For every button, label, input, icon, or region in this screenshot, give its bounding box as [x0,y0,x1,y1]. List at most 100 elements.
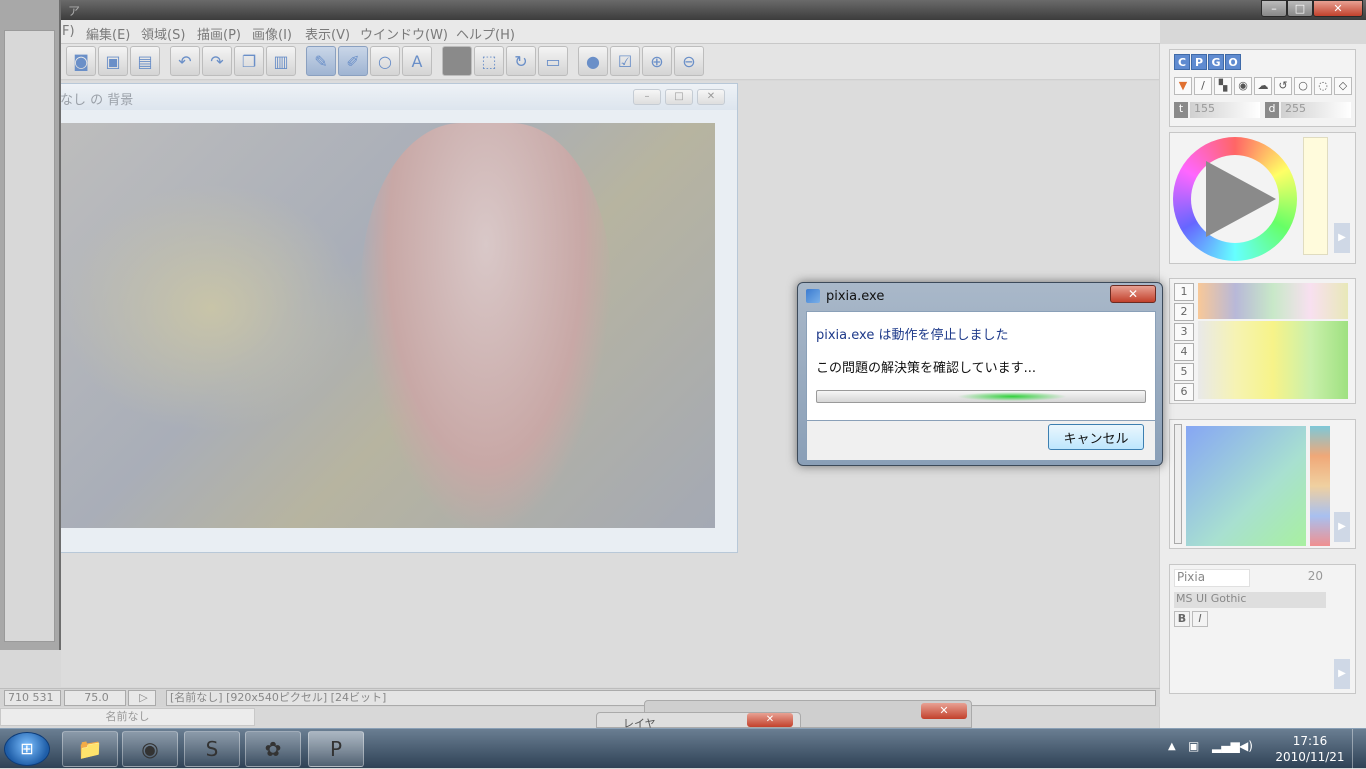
menu-edit[interactable]: 編集(E) [86,24,130,43]
menu-help[interactable]: ヘルプ(H) [456,24,515,43]
eraser-tool-icon[interactable]: ✐ [338,46,368,76]
italic-button[interactable]: I [1192,611,1208,627]
clock[interactable]: 17:16 2010/11/21 [1270,733,1350,765]
color-wheel-panel: ▶ [1169,132,1356,264]
clock-date: 2010/11/21 [1275,750,1345,764]
taskbar: ⊞ 📁 ◉ S ✿ P ▲ ▣ ▂▄▆ ◀) 17:16 2010/11/21 [0,728,1366,769]
color-picker-icon[interactable]: ● [578,46,608,76]
redo-icon[interactable]: ↷ [202,46,232,76]
palette-row-4[interactable]: 4 [1174,343,1194,361]
d-label: d [1265,102,1279,118]
tab-c[interactable]: C [1174,54,1190,70]
save-icon[interactable]: ▣ [98,46,128,76]
explorer-icon[interactable]: 📁 [62,731,118,767]
palette-row-1[interactable]: 1 [1174,283,1194,301]
text-tool-icon[interactable]: A [402,46,432,76]
doc-minimize-button[interactable]: – [633,89,661,105]
paste-icon[interactable]: ▥ [266,46,296,76]
dialog-close-button[interactable]: ✕ [1110,285,1156,303]
undo-icon[interactable]: ↶ [170,46,200,76]
layer-close-button[interactable]: ✕ [747,713,793,727]
minimize-button[interactable]: – [1261,0,1287,17]
expand-arrow-icon[interactable]: ▶ [1334,659,1350,689]
brush-tool-icon[interactable]: ✎ [306,46,336,76]
pencil-icon[interactable]: / [1194,77,1212,95]
skype-icon[interactable]: S [184,731,240,767]
tab-p[interactable]: P [1191,54,1207,70]
dialog-title: pixia.exe [826,289,885,304]
menu-image[interactable]: 画像(I) [252,24,292,43]
check-icon[interactable]: ☑ [610,46,640,76]
d-value[interactable]: 255 [1281,102,1351,118]
menu-file[interactable]: F) [62,24,75,39]
cancel-button[interactable]: キャンセル [1048,424,1144,450]
zoom-in-icon[interactable]: ⊕ [642,46,672,76]
gradient-strip[interactable] [1310,426,1330,546]
show-desktop-button[interactable] [1352,729,1366,769]
rotate-tool-icon[interactable]: ↻ [506,46,536,76]
stamp-icon[interactable]: ◌ [1314,77,1332,95]
circle-icon[interactable]: ○ [1294,77,1312,95]
print-icon[interactable]: ▤ [130,46,160,76]
pen-icon[interactable]: ▼ [1174,77,1192,95]
document-title: なし の 背景 [60,93,134,108]
pixia-icon[interactable]: P [308,731,364,767]
font-face-field[interactable]: MS UI Gothic [1174,592,1326,608]
doc-maximize-button[interactable]: □ [665,89,693,105]
color-strip[interactable] [1303,137,1328,255]
select-tool-icon[interactable]: ⬚ [474,46,504,76]
bold-button[interactable]: B [1174,611,1190,627]
start-button[interactable]: ⊞ [4,732,50,766]
blur-icon[interactable]: ☁ [1254,77,1272,95]
palette-panel: 1 2 3 4 5 6 [1169,278,1356,404]
t-value[interactable]: 155 [1190,102,1260,118]
right-panel: C P G O ▼ / ▚ ◉ ☁ ↺ ○ ◌ ◇ t 155 d 255 ▶ … [1159,44,1366,728]
eraser-icon[interactable]: ◇ [1334,77,1352,95]
tab-o[interactable]: O [1225,54,1241,70]
color-triangle[interactable] [1206,161,1276,237]
gradient-preview[interactable] [1186,426,1306,546]
expand-arrow-icon[interactable]: ▶ [1334,223,1350,253]
palette-row-2[interactable]: 2 [1174,303,1194,321]
tray-usb-icon[interactable]: ▣ [1188,739,1199,753]
page-icon[interactable]: ▭ [538,46,568,76]
dialog-detail: この問題の解決策を確認しています... [816,361,1037,376]
play-icon[interactable]: ▷ [128,690,156,706]
zoom-level[interactable]: 75.0 [64,690,126,706]
tray-arrow-icon[interactable]: ▲ [1168,741,1176,752]
camera-icon[interactable]: ◙ [66,46,96,76]
palette-row-6[interactable]: 6 [1174,383,1194,401]
font-size-field[interactable]: 20 [1293,569,1323,587]
app-icon [806,289,820,303]
menu-window[interactable]: ウインドウ(W) [360,24,448,43]
maximize-button[interactable]: □ [1287,0,1313,17]
network-icon[interactable]: ▂▄▆ [1212,739,1240,753]
zoom-out-icon[interactable]: ⊖ [674,46,704,76]
menu-view[interactable]: 表示(V) [305,24,350,43]
font-name-field[interactable]: Pixia [1174,569,1250,587]
doc-close-button[interactable]: ✕ [697,89,725,105]
volume-icon[interactable]: ◀) [1239,739,1253,753]
color-swatch-icon[interactable] [442,46,472,76]
smudge-icon[interactable]: ↺ [1274,77,1292,95]
close-button[interactable]: ✕ [1313,0,1363,17]
firefox-icon[interactable]: ◉ [122,731,178,767]
color-swatches[interactable] [1198,321,1348,399]
menu-draw[interactable]: 描画(P) [197,24,241,43]
texture-swatches[interactable] [1198,283,1348,319]
app-taskbar-icon[interactable]: ✿ [245,731,301,767]
expand-arrow-icon[interactable]: ▶ [1334,512,1350,542]
menu-region[interactable]: 領域(S) [141,24,185,43]
copy-icon[interactable]: ❐ [234,46,264,76]
doc-name-tab[interactable]: 名前なし [0,708,255,726]
tab-g[interactable]: G [1208,54,1224,70]
loupe-icon[interactable]: ○ [370,46,400,76]
bg-close-button[interactable]: ✕ [921,703,967,719]
gradient-slider[interactable] [1174,424,1182,544]
pattern-icon[interactable]: ▚ [1214,77,1232,95]
cursor-coords: 710 531 [4,690,61,706]
palette-row-5[interactable]: 5 [1174,363,1194,381]
palette-row-3[interactable]: 3 [1174,323,1194,341]
airbrush-icon[interactable]: ◉ [1234,77,1252,95]
drawing-canvas[interactable] [61,123,715,528]
